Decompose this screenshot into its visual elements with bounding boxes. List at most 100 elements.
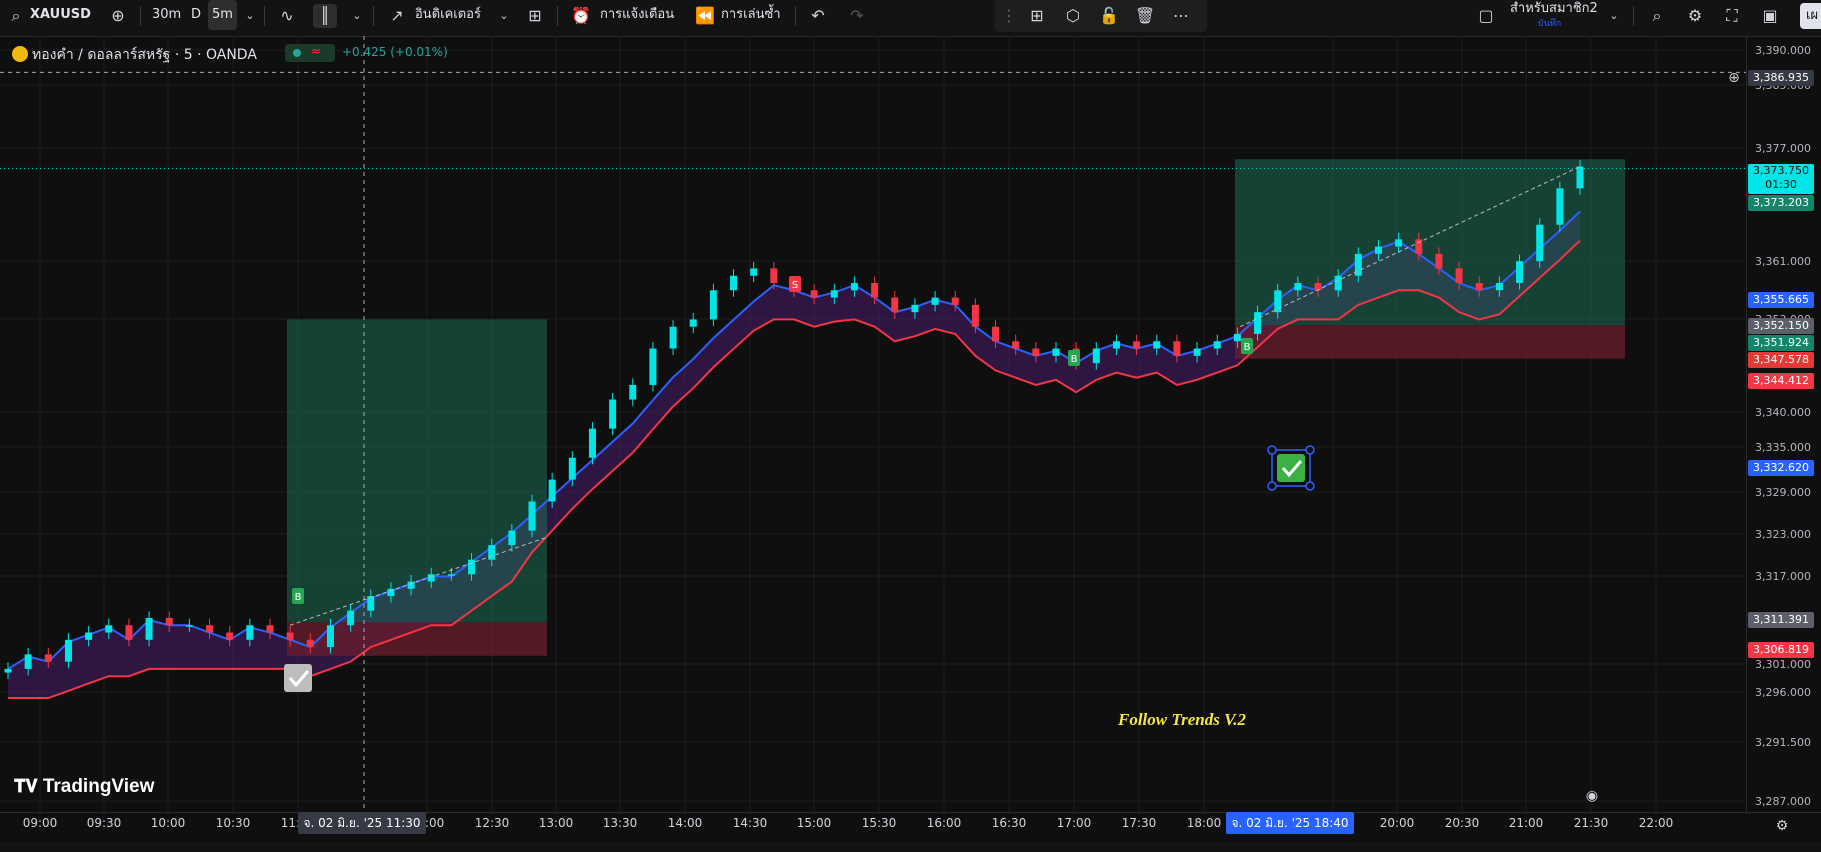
candle	[367, 596, 375, 611]
candle	[1193, 348, 1201, 356]
time-tick-label: 13:00	[538, 816, 574, 830]
time-tick-label: 12:30	[474, 816, 510, 830]
candle	[387, 588, 395, 597]
symbol-legend[interactable]: ทองคำ / ดอลลาร์สหรัฐ · 5 · OANDA	[12, 44, 257, 66]
undo-icon[interactable]: ↶	[806, 4, 830, 28]
checkbox-icon[interactable]: ▢	[1474, 4, 1498, 28]
indicators-button[interactable]: อินดิเคเตอร์	[415, 0, 481, 30]
price-tick-label: 3,329.000	[1755, 486, 1811, 499]
market-status-badge[interactable]: ≈	[285, 44, 335, 62]
price-tag: 3,352.150	[1748, 318, 1814, 334]
candle	[669, 326, 677, 349]
candle	[1314, 283, 1322, 291]
alerts-button[interactable]: การแจ้งเตือน	[600, 0, 674, 30]
price-tag: 3,355.665	[1748, 292, 1814, 308]
compare-add-icon[interactable]: ⊕	[106, 4, 130, 28]
tradingview-logo[interactable]: 𝐓𝐕 TradingView	[14, 776, 154, 798]
price-tag: 3,332.620	[1748, 460, 1814, 476]
candle	[931, 297, 939, 305]
interval-d-button[interactable]: D	[191, 0, 201, 30]
more-icon[interactable]: ⋯	[1169, 4, 1193, 28]
chevron-down-icon[interactable]: ⌄	[1602, 4, 1626, 28]
economic-event-icon[interactable]: ◉	[1580, 784, 1604, 808]
chevron-down-icon[interactable]: ⌄	[238, 4, 262, 28]
watermark-text: TradingView	[42, 776, 155, 797]
camera-icon[interactable]: ▣	[1758, 4, 1782, 28]
candle	[226, 632, 234, 640]
market-open-icon	[293, 49, 301, 57]
time-axis[interactable]	[0, 812, 1821, 841]
candle	[508, 530, 516, 546]
lock-icon[interactable]: 🔓	[1097, 4, 1121, 28]
interval-5m-button[interactable]: 5m	[208, 0, 237, 30]
price-axis[interactable]: 3,390.0003,385.0003,377.0003,361.0003,35…	[1746, 36, 1821, 814]
candle	[105, 625, 113, 633]
add-widget-icon[interactable]: ⊞	[1025, 4, 1049, 28]
axis-settings-icon[interactable]: ⚙	[1770, 814, 1794, 838]
svg-text:S: S	[792, 280, 798, 291]
legend-title: ทองคำ / ดอลลาร์สหรัฐ · 5 · OANDA	[32, 47, 257, 63]
time-tick-label: 16:30	[991, 816, 1027, 830]
tv-logo-icon: 𝐓𝐕	[14, 776, 38, 796]
settings-icon[interactable]: ⬡	[1061, 4, 1085, 28]
profit-zone	[287, 319, 547, 623]
svg-text:B: B	[1071, 354, 1078, 365]
candle	[1112, 341, 1120, 349]
candle	[1495, 283, 1503, 291]
price-tag-countdown: 01:30	[1765, 178, 1797, 191]
candle	[1153, 341, 1161, 349]
chevron-down-icon[interactable]: ⌄	[492, 4, 516, 28]
bar-style-icon[interactable]: ∿	[275, 4, 299, 28]
candle	[1556, 188, 1564, 225]
price-chart[interactable]: B S B B	[0, 36, 1746, 814]
search-icon[interactable]: ⌕	[4, 4, 28, 28]
gear-icon[interactable]: ⚙	[1683, 4, 1707, 28]
redo-icon[interactable]: ↷	[845, 4, 869, 28]
price-tick-label: 3,296.000	[1755, 686, 1811, 699]
candle	[85, 632, 93, 640]
candle	[1576, 166, 1584, 189]
zoom-icon[interactable]: ⌕	[1645, 4, 1669, 28]
interval-30m-button[interactable]: 30m	[152, 0, 181, 30]
drag-handle-icon[interactable]: ⋮	[997, 4, 1021, 28]
candle	[810, 290, 818, 298]
candle	[1294, 283, 1302, 291]
loss-zone	[1235, 325, 1625, 359]
wave-icon: ≈	[311, 44, 322, 58]
price-tick-label: 3,323.000	[1755, 528, 1811, 541]
time-tick-label: 22:00	[1638, 816, 1674, 830]
candles-icon[interactable]: ║	[313, 4, 337, 28]
candle	[246, 625, 254, 640]
candle	[1173, 341, 1181, 356]
layouts-icon[interactable]: ⊞	[523, 4, 547, 28]
price-tag: 3,306.819	[1748, 642, 1814, 658]
price-tag: 3,373.750 01:30	[1748, 164, 1814, 194]
bottom-panel	[0, 842, 1821, 852]
candle	[1032, 348, 1040, 356]
symbol-search-button[interactable]: XAUUSD	[30, 0, 91, 30]
publish-button[interactable]: เผ	[1800, 3, 1821, 29]
candle	[44, 654, 52, 662]
price-tick-label: 3,340.000	[1755, 406, 1811, 419]
candle	[206, 625, 214, 633]
chevron-down-icon[interactable]: ⌄	[345, 4, 369, 28]
buy-signal: B	[1068, 350, 1080, 366]
candle	[548, 479, 556, 502]
price-tick-label: 3,287.000	[1755, 795, 1811, 808]
candle	[286, 632, 294, 640]
trash-icon[interactable]: 🗑	[1133, 4, 1157, 28]
candle	[1274, 290, 1282, 313]
alert-icon[interactable]: ⏰	[569, 4, 593, 28]
indicators-icon[interactable]: ↗	[385, 4, 409, 28]
svg-text:B: B	[1244, 342, 1251, 353]
time-tick-label: 10:00	[150, 816, 186, 830]
time-tick-label: 20:30	[1444, 816, 1480, 830]
replay-button[interactable]: การเล่นซ้ำ	[721, 0, 781, 30]
selection-handle	[1305, 481, 1315, 491]
add-alert-icon[interactable]: ⊕	[1722, 66, 1746, 90]
time-tick-label: 16:00	[926, 816, 962, 830]
replay-icon[interactable]: ⏪	[693, 4, 717, 28]
candle	[992, 326, 1000, 342]
candle	[730, 275, 738, 291]
fullscreen-icon[interactable]: ⛶	[1720, 4, 1744, 28]
